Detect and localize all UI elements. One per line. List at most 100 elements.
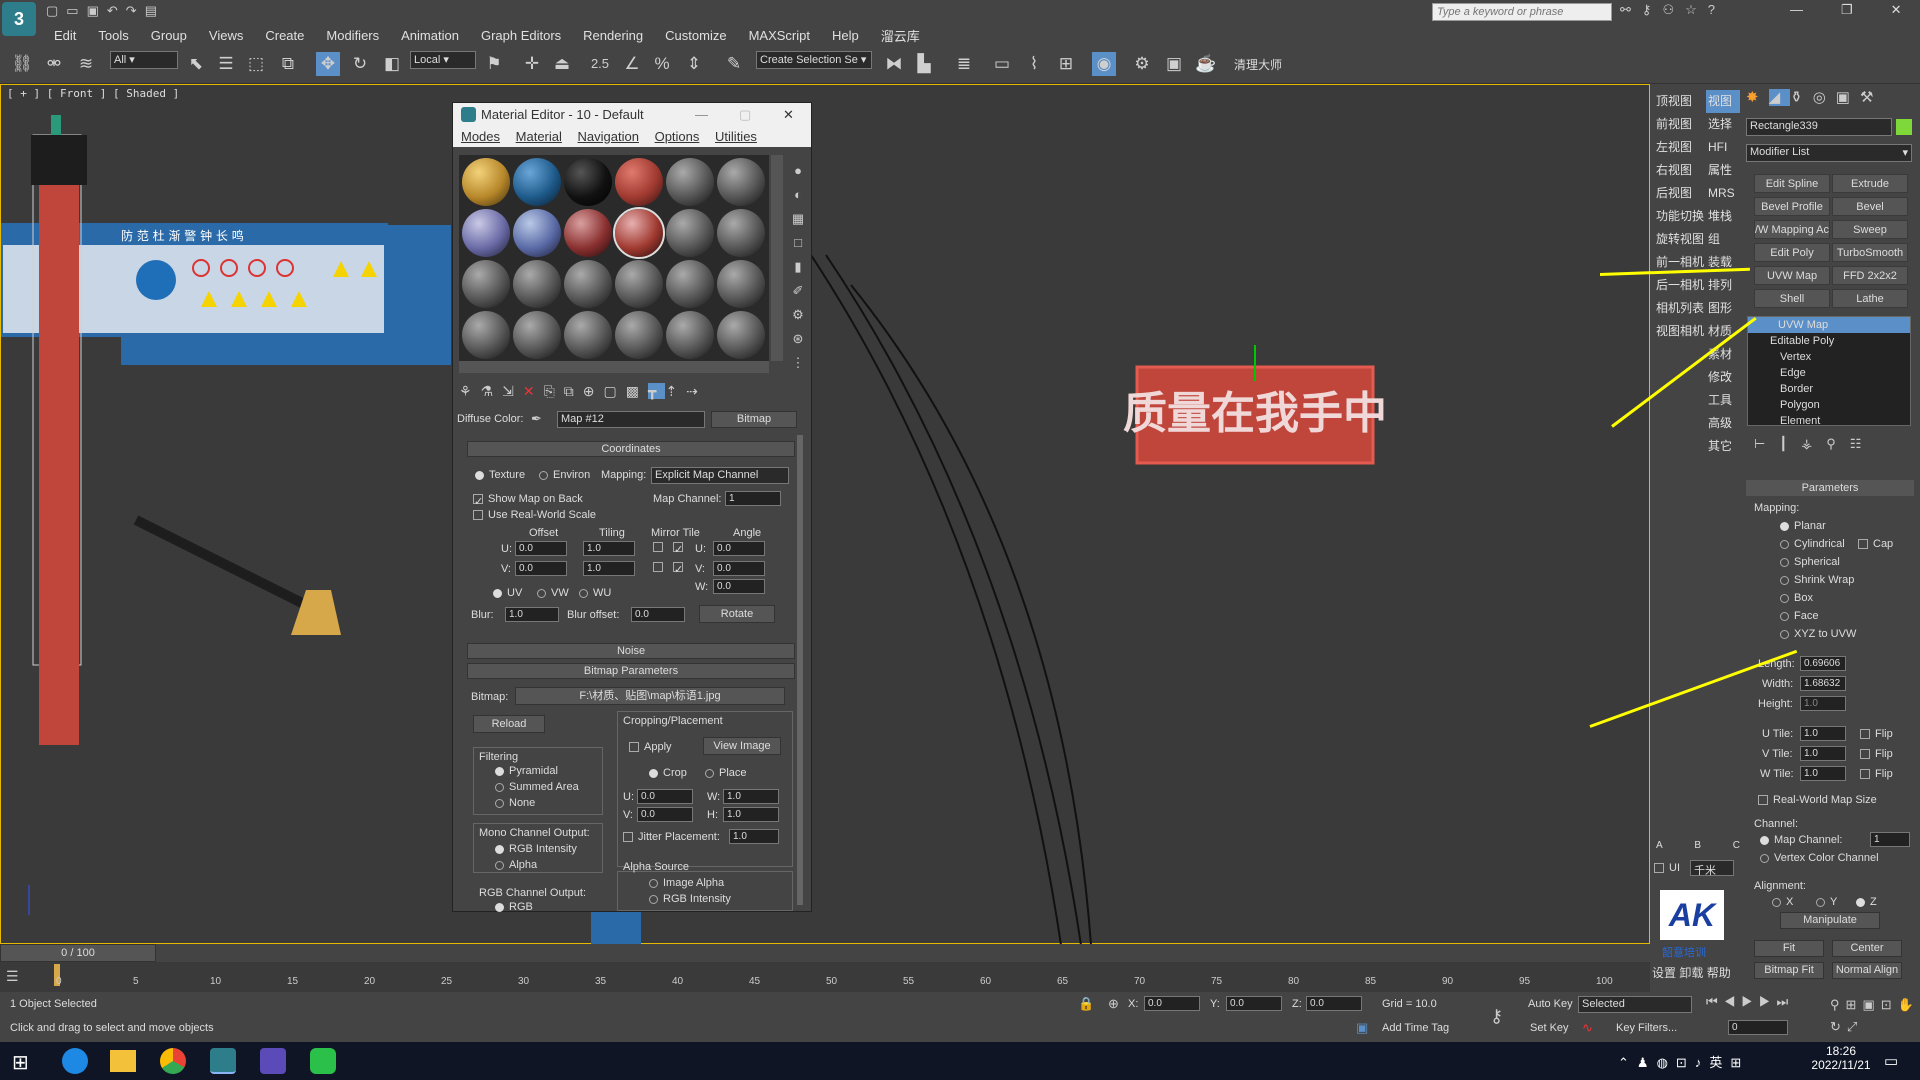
x-coordinate-field[interactable]: 0.0 — [1144, 996, 1200, 1011]
key-filter-icon[interactable]: ∿ — [1582, 1020, 1593, 1036]
u-angle-spinner[interactable]: 0.0 — [713, 541, 765, 556]
render-production-icon[interactable]: ☕ — [1194, 52, 1218, 76]
xyz-to-uvw-radio[interactable]: XYZ to UVW — [1780, 628, 1856, 640]
keyboard-shortcut-icon[interactable]: ⏏ — [550, 52, 574, 76]
tab-select[interactable]: 选择 — [1706, 113, 1740, 136]
sample-slot-23[interactable] — [666, 311, 714, 359]
sample-slot-21[interactable] — [564, 311, 612, 359]
sample-slot-13[interactable] — [462, 260, 510, 308]
align-z-radio[interactable]: Z — [1856, 896, 1877, 908]
sample-slot-4[interactable] — [615, 158, 663, 206]
go-to-end-icon[interactable]: ⏭ — [1777, 994, 1795, 1009]
make-unique-stack-icon[interactable]: ⚶ — [1801, 436, 1826, 451]
material-editor-window[interactable]: Material Editor - 10 - Default — ▢ ✕ Mod… — [452, 102, 812, 913]
star-icon[interactable]: ☆ — [1685, 2, 1708, 17]
percent-snap-icon[interactable]: % — [650, 52, 674, 76]
unlink-icon[interactable]: ⚮ — [42, 52, 66, 76]
time-slider-thumb[interactable]: 0 / 100 — [0, 944, 156, 962]
sample-slot-14[interactable] — [513, 260, 561, 308]
make-unique-icon[interactable]: ⧉ — [564, 383, 583, 399]
sample-slot-9[interactable] — [564, 209, 612, 257]
vertex-color-channel-radio[interactable]: Vertex Color Channel — [1760, 852, 1879, 864]
rendered-frame-window-icon[interactable]: ▣ — [1162, 52, 1186, 76]
minimize-icon[interactable]: — — [1790, 2, 1803, 17]
zoom-extents-icon[interactable]: ▣ — [1862, 997, 1880, 1012]
schematic-view-icon[interactable]: ⊞ — [1054, 52, 1078, 76]
menu-customize[interactable]: Customize — [665, 28, 726, 43]
menu-group[interactable]: Group — [151, 28, 187, 43]
sample-slot-10-active[interactable] — [613, 207, 665, 259]
set-key-icon[interactable]: ⚷ — [1490, 1006, 1503, 1027]
app-logo-icon[interactable]: 3 — [2, 2, 36, 36]
ui-checkbox[interactable]: UI — [1654, 862, 1680, 874]
reload-button[interactable]: Reload — [473, 715, 545, 733]
view-image-button[interactable]: View Image — [703, 737, 781, 755]
cam-right-view[interactable]: 右视图 — [1650, 159, 1706, 182]
cylindrical-radio[interactable]: Cylindrical — [1780, 538, 1845, 550]
edit-spline-button[interactable]: Edit Spline — [1754, 174, 1830, 193]
ime-indicator[interactable]: 英 — [1709, 1055, 1730, 1070]
real-world-map-size-checkbox[interactable]: Real-World Map Size — [1758, 794, 1877, 806]
sample-slot-17[interactable] — [666, 260, 714, 308]
height-spinner[interactable]: 1.0 — [1800, 696, 1846, 711]
show-end-result-icon[interactable]: ┃ — [1779, 436, 1801, 451]
cam-front-view[interactable]: 前视图 — [1650, 113, 1706, 136]
jitter-spinner[interactable]: 1.0 — [729, 829, 779, 844]
me-menu-utilities[interactable]: Utilities — [715, 129, 757, 144]
v-tiling-spinner[interactable]: 1.0 — [583, 561, 635, 576]
edge-browser-icon[interactable] — [62, 1048, 88, 1074]
help-icon[interactable]: ? — [1708, 2, 1726, 17]
extrude-button[interactable]: Extrude — [1832, 174, 1908, 193]
u-tiling-spinner[interactable]: 1.0 — [583, 541, 635, 556]
binoculars-icon[interactable]: ⚯ — [1620, 2, 1642, 17]
select-by-name-icon[interactable]: ☰ — [214, 52, 238, 76]
go-to-start-icon[interactable]: ⏮ — [1706, 994, 1724, 1009]
tab-mrs[interactable]: MRS — [1706, 182, 1740, 205]
sample-slot-24[interactable] — [717, 311, 765, 359]
stack-item-element[interactable]: Element — [1748, 413, 1910, 429]
uv-tiling-icon[interactable]: □ — [789, 231, 807, 255]
cam-next-camera[interactable]: 后一相机 — [1650, 274, 1706, 297]
open-file-icon[interactable]: ▭ — [66, 3, 86, 18]
edit-named-selection-icon[interactable]: ✎ — [722, 52, 746, 76]
sample-slot-19[interactable] — [462, 311, 510, 359]
sample-slot-18[interactable] — [717, 260, 765, 308]
window-crossing-icon[interactable]: ⧉ — [276, 52, 300, 76]
show-in-viewport-icon[interactable]: ▩ — [626, 383, 648, 399]
named-selection-dropdown[interactable]: Create Selection Se ▾ — [756, 51, 872, 69]
scale-icon[interactable]: ◧ — [380, 52, 404, 76]
person-icon[interactable]: ⚇ — [1662, 2, 1685, 17]
u-offset-spinner[interactable]: 0.0 — [515, 541, 567, 556]
curve-editor-icon[interactable]: ⌇ — [1022, 52, 1046, 76]
ffd-2x2x2-button[interactable]: FFD 2x2x2 — [1832, 266, 1908, 285]
key-icon[interactable]: ⚷ — [1642, 2, 1663, 17]
front-viewport[interactable]: [ + ] [ Front ] [ Shaded ] 防 范 杜 渐 警 钟 长… — [0, 84, 1650, 945]
go-to-parent-icon[interactable]: ⇡ — [665, 383, 686, 399]
go-forward-icon[interactable]: ⇢ — [686, 383, 707, 399]
menu-animation[interactable]: Animation — [401, 28, 459, 43]
abc-b[interactable]: B — [1694, 840, 1701, 851]
tab-tools[interactable]: 工具 — [1706, 389, 1740, 412]
tab-view[interactable]: 视图 — [1706, 90, 1740, 113]
menu-tools[interactable]: Tools — [98, 28, 128, 43]
unit-dropdown[interactable]: 千米 — [1690, 860, 1734, 877]
zoom-region-icon[interactable]: ⊡ — [1881, 997, 1898, 1012]
me-menu-material[interactable]: Material — [516, 129, 562, 144]
new-file-icon[interactable]: ▢ — [46, 3, 66, 18]
tray-volume-icon[interactable]: ♪ — [1695, 1055, 1710, 1070]
move-icon[interactable]: ✥ — [316, 52, 340, 76]
selection-filter-dropdown[interactable]: All ▾ — [110, 51, 178, 69]
coordinates-rollout-header[interactable]: Coordinates — [467, 441, 795, 457]
cam-view-camera[interactable]: 视图相机 — [1650, 320, 1706, 343]
sample-slot-22[interactable] — [615, 311, 663, 359]
rotate-button[interactable]: Rotate — [699, 605, 775, 623]
fit-button[interactable]: Fit — [1754, 940, 1824, 957]
texture-radio[interactable]: Texture — [475, 469, 525, 481]
tab-other[interactable]: 其它 — [1706, 435, 1740, 458]
jitter-checkbox[interactable]: Jitter Placement: — [623, 831, 720, 843]
snaps-toggle-icon[interactable]: 2.5 — [588, 52, 612, 76]
align-x-radio[interactable]: X — [1772, 896, 1793, 908]
pan-icon[interactable]: ✋ — [1898, 997, 1920, 1012]
sample-slot-16[interactable] — [615, 260, 663, 308]
spherical-radio[interactable]: Spherical — [1780, 556, 1840, 568]
